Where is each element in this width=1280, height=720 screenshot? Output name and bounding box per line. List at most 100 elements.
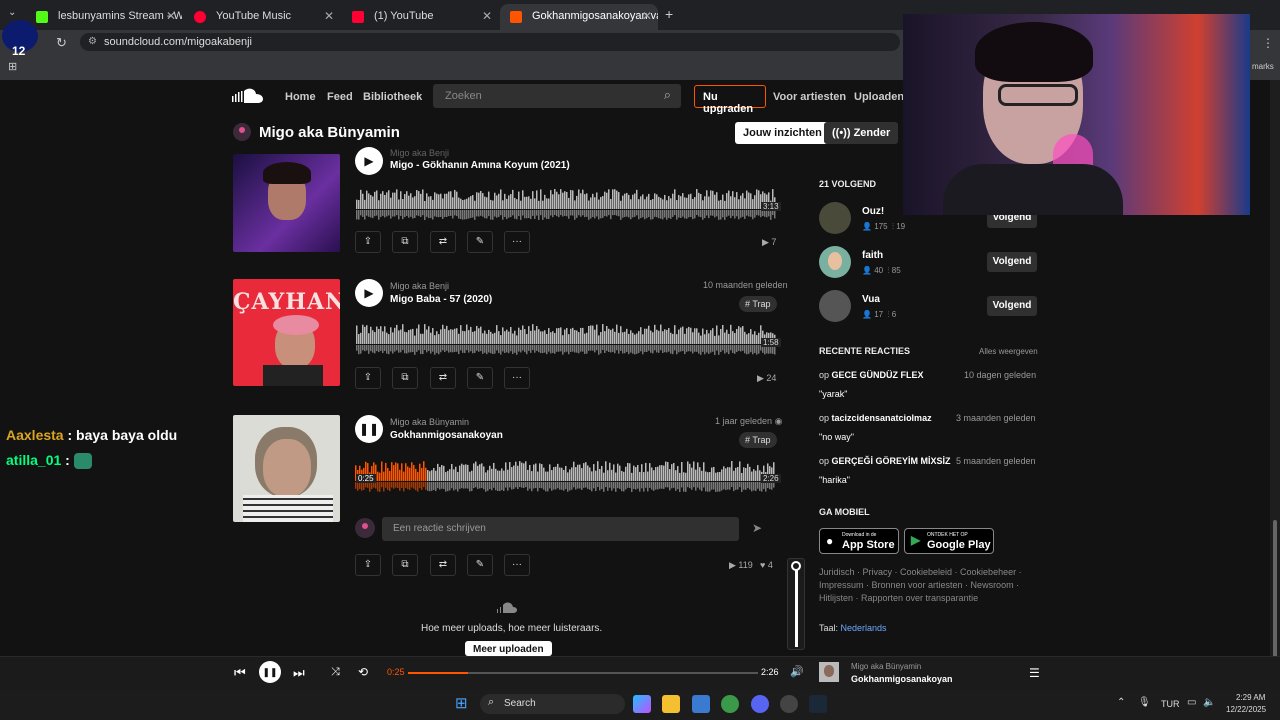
genre-tag[interactable]: # Trap bbox=[739, 432, 777, 448]
footer-links[interactable]: Impressum · Bronnen voor artiesten · New… bbox=[819, 579, 1019, 592]
track-artwork[interactable]: ÇAYHANE bbox=[233, 279, 340, 386]
edit-button[interactable]: ✎ bbox=[467, 554, 493, 576]
copy-link-button[interactable]: ⧉ bbox=[392, 367, 418, 389]
edit-button[interactable]: ✎ bbox=[467, 367, 493, 389]
nav-home[interactable]: Home bbox=[285, 91, 316, 103]
track-title[interactable]: Gokhanmigosanakoyan bbox=[390, 430, 503, 441]
play-button[interactable]: ▶ bbox=[355, 147, 383, 175]
tab-soundcloud[interactable]: Gokhanmigosanakoyan van ✕ bbox=[500, 4, 658, 30]
upgrade-button[interactable]: Nu upgraden bbox=[694, 85, 766, 115]
apps-icon[interactable]: ⊞ bbox=[8, 60, 17, 73]
station-button[interactable]: ((•)) Zender bbox=[824, 122, 899, 144]
following-button[interactable]: Volgend bbox=[987, 296, 1037, 316]
track-artist[interactable]: Migo aka Benji bbox=[390, 281, 449, 291]
genre-tag[interactable]: # Trap bbox=[739, 296, 777, 312]
now-playing-artist[interactable]: Migo aka Bünyamin bbox=[851, 662, 921, 671]
menu-icon[interactable]: ⋮ bbox=[1262, 36, 1274, 50]
track-waveform[interactable] bbox=[355, 455, 776, 495]
following-header[interactable]: 21 VOLGEND bbox=[819, 179, 876, 189]
more-button[interactable]: ··· bbox=[504, 231, 530, 253]
comment-track[interactable]: op tacizcidensanatciolmaz bbox=[819, 413, 932, 423]
store-icon[interactable] bbox=[692, 695, 710, 713]
player-progress[interactable] bbox=[408, 672, 758, 674]
close-icon[interactable]: ✕ bbox=[482, 9, 492, 23]
chrome-icon[interactable] bbox=[721, 695, 739, 713]
start-icon[interactable]: ⊞ bbox=[455, 694, 468, 712]
close-icon[interactable]: ✕ bbox=[642, 9, 652, 23]
footer-links[interactable]: Hitlijsten · Rapporten over transparanti… bbox=[819, 592, 978, 605]
track-title[interactable]: Migo - Gökhanın Amına Koyum (2021) bbox=[390, 160, 570, 171]
comment-input[interactable]: Een reactie schrijven bbox=[382, 517, 739, 541]
steam-icon[interactable] bbox=[809, 695, 827, 713]
following-name[interactable]: Vua bbox=[862, 294, 880, 305]
user-avatar[interactable] bbox=[819, 202, 851, 234]
user-avatar[interactable] bbox=[819, 290, 851, 322]
view-all-link[interactable]: Alles weergeven bbox=[979, 347, 1038, 356]
copy-link-button[interactable]: ⧉ bbox=[392, 231, 418, 253]
insights-button[interactable]: Jouw inzichten bbox=[735, 122, 830, 144]
close-icon[interactable]: ✕ bbox=[324, 9, 334, 23]
volume-handle[interactable] bbox=[791, 561, 801, 571]
copilot-icon[interactable] bbox=[633, 695, 651, 713]
track-title[interactable]: Migo Baba - 57 (2020) bbox=[390, 294, 492, 305]
queue-icon[interactable]: ☰ bbox=[1029, 666, 1040, 680]
volume-slider[interactable] bbox=[795, 567, 798, 647]
microphone-icon[interactable]: 🎙 bbox=[1138, 697, 1151, 708]
following-name[interactable]: faith bbox=[862, 250, 883, 261]
discord-icon[interactable] bbox=[751, 695, 769, 713]
taskbar-search[interactable]: ⌕ Search bbox=[480, 694, 625, 714]
bookmarks-label[interactable]: marks bbox=[1252, 62, 1274, 71]
track-artist[interactable]: Migo aka Bünyamin bbox=[390, 417, 469, 427]
user-avatar[interactable] bbox=[819, 246, 851, 278]
clock-date[interactable]: 12/22/2025 bbox=[1226, 705, 1266, 714]
nav-for-artists[interactable]: Voor artiesten bbox=[773, 91, 846, 103]
track-artist[interactable]: Migo aka Benji bbox=[390, 148, 449, 158]
app-icon[interactable] bbox=[780, 695, 798, 713]
share-button[interactable]: ⇪ bbox=[355, 554, 381, 576]
profile-avatar[interactable] bbox=[233, 123, 251, 141]
page-scrollbar[interactable] bbox=[1270, 80, 1280, 660]
file-explorer-icon[interactable] bbox=[662, 695, 680, 713]
share-button[interactable]: ⇪ bbox=[355, 367, 381, 389]
player-pause-button[interactable]: ❚❚ bbox=[259, 661, 281, 683]
footer-links[interactable]: Juridisch · Privacy · Cookiebeleid · Coo… bbox=[819, 566, 1022, 579]
language-link[interactable]: Nederlands bbox=[841, 623, 887, 633]
volume-icon[interactable]: 🔊 bbox=[790, 665, 804, 678]
network-icon[interactable]: ▭ bbox=[1187, 697, 1196, 708]
tab-youtube-music[interactable]: YouTube Music ✕ bbox=[184, 4, 340, 30]
repost-button[interactable]: ⇄ bbox=[430, 367, 456, 389]
now-playing-artwork[interactable] bbox=[819, 662, 839, 682]
nav-upload[interactable]: Uploaden bbox=[854, 91, 904, 103]
following-name[interactable]: Ouz! bbox=[862, 206, 884, 217]
edit-button[interactable]: ✎ bbox=[467, 231, 493, 253]
nav-feed[interactable]: Feed bbox=[327, 91, 353, 103]
keyboard-language[interactable]: TUR bbox=[1161, 699, 1180, 709]
app-store-badge[interactable]: ● Download in de App Store bbox=[819, 528, 899, 554]
track-waveform[interactable] bbox=[356, 318, 776, 358]
following-button[interactable]: Volgend bbox=[987, 252, 1037, 272]
soundcloud-logo[interactable] bbox=[232, 88, 264, 104]
reload-icon[interactable]: ↻ bbox=[56, 35, 67, 51]
pause-button[interactable]: ❚❚ bbox=[355, 415, 383, 443]
close-icon[interactable]: ✕ bbox=[166, 9, 176, 23]
search-icon[interactable]: ⌕ bbox=[664, 87, 671, 103]
more-button[interactable]: ··· bbox=[504, 554, 530, 576]
address-bar[interactable]: ⚙ soundcloud.com/migoakabenji bbox=[80, 33, 900, 51]
more-uploads-button[interactable]: Meer uploaden bbox=[465, 641, 552, 656]
previous-button[interactable]: ⏮ bbox=[234, 665, 246, 681]
send-icon[interactable]: ➤ bbox=[752, 521, 762, 535]
copy-link-button[interactable]: ⧉ bbox=[392, 554, 418, 576]
google-play-badge[interactable]: ▶ ONTDEK HET OP Google Play bbox=[904, 528, 994, 554]
track-waveform[interactable] bbox=[356, 183, 776, 223]
comment-track[interactable]: op GECE GÜNDÜZ FLEX bbox=[819, 370, 924, 380]
nav-library[interactable]: Bibliotheek bbox=[363, 91, 422, 103]
play-button[interactable]: ▶ bbox=[355, 279, 383, 307]
scrollbar-thumb[interactable] bbox=[1273, 520, 1277, 660]
tab-kick[interactable]: lesbunyamins Stream - Watch L ✕ bbox=[26, 4, 182, 30]
repost-button[interactable]: ⇄ bbox=[430, 231, 456, 253]
share-button[interactable]: ⇪ bbox=[355, 231, 381, 253]
next-button[interactable]: ⏭ bbox=[293, 665, 305, 681]
new-tab-button[interactable]: + bbox=[665, 6, 673, 22]
shuffle-button[interactable]: ⤨ bbox=[331, 666, 340, 679]
site-info-icon[interactable]: ⚙ bbox=[88, 36, 97, 47]
